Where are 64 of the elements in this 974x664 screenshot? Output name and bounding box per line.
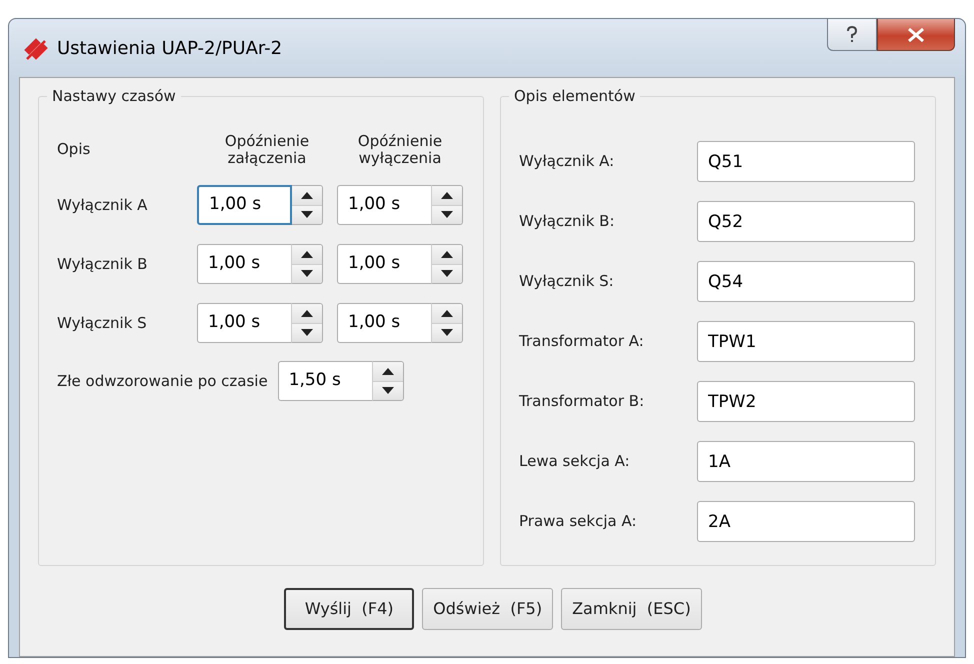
- field-label: Transformator B:: [519, 391, 646, 412]
- down-arrow-icon: [441, 329, 453, 336]
- row-label: Wyłącznik A: [57, 194, 148, 216]
- row-label: Wyłącznik B: [57, 254, 148, 275]
- help-button[interactable]: [827, 19, 877, 51]
- row-label: Wyłącznik S: [57, 312, 148, 334]
- up-arrow-icon: [441, 192, 453, 199]
- spin-up-button[interactable]: [432, 304, 462, 322]
- dialog-button[interactable]: Zamknij (ESC): [561, 588, 702, 630]
- spin-value-field[interactable]: 1,50 s: [278, 361, 373, 401]
- field-label: Wyłącznik A:: [519, 151, 616, 172]
- up-arrow-icon: [301, 192, 313, 199]
- text-field[interactable]: Q51: [697, 141, 915, 182]
- down-arrow-icon: [441, 270, 453, 278]
- down-arrow-icon: [301, 329, 313, 336]
- column-header: Opóźnienie załączenia: [224, 133, 310, 166]
- text-field[interactable]: TPW2: [697, 381, 915, 422]
- spin-value-field[interactable]: 1,00 s: [197, 185, 292, 225]
- down-arrow-icon: [441, 211, 453, 218]
- spin-down-button[interactable]: [432, 264, 462, 283]
- spin-value-field[interactable]: 1,00 s: [197, 303, 292, 343]
- dialog-button[interactable]: Odśwież (F5): [422, 588, 554, 630]
- spin-value-field[interactable]: 1,00 s: [197, 244, 292, 284]
- spin-down-button[interactable]: [372, 380, 403, 400]
- down-arrow-icon: [382, 387, 394, 394]
- spin-down-button[interactable]: [292, 264, 322, 283]
- text-field[interactable]: 1A: [697, 441, 915, 482]
- up-arrow-icon: [441, 310, 453, 317]
- text-field[interactable]: Q54: [697, 261, 915, 302]
- spin-up-button[interactable]: [432, 245, 462, 264]
- spin-down-button[interactable]: [292, 322, 322, 342]
- field-label: Wyłącznik S:: [519, 271, 615, 292]
- spin-up-button[interactable]: [292, 186, 322, 204]
- field-label: Prawa sekcja A:: [519, 511, 638, 532]
- spin-up-button[interactable]: [372, 362, 403, 380]
- window-title: Ustawienia UAP-2/PUAr-2: [57, 36, 282, 60]
- close-button[interactable]: [877, 19, 955, 51]
- spin-down-button[interactable]: [432, 322, 462, 342]
- spin-value-field[interactable]: 1,00 s: [337, 185, 432, 225]
- text-field[interactable]: TPW1: [697, 321, 915, 362]
- spin-down-button[interactable]: [292, 204, 322, 224]
- up-arrow-icon: [301, 310, 313, 317]
- help-icon: [846, 26, 858, 44]
- text-field[interactable]: 2A: [697, 501, 915, 542]
- spin-value-field[interactable]: 1,00 s: [337, 303, 432, 343]
- spin-value-field[interactable]: 1,00 s: [337, 244, 432, 284]
- field-label: Wyłącznik B:: [519, 211, 616, 232]
- column-header: Opis: [57, 139, 92, 160]
- spin-up-button[interactable]: [292, 304, 322, 322]
- up-arrow-icon: [382, 368, 394, 375]
- dialog-button[interactable]: Wyślij (F4): [284, 588, 414, 630]
- spin-down-button[interactable]: [432, 204, 462, 224]
- text-field[interactable]: Q52: [697, 201, 915, 242]
- column-header: Opóźnienie wyłączenia: [356, 133, 444, 166]
- up-arrow-icon: [441, 250, 453, 258]
- field-label: Transformator A:: [519, 331, 645, 352]
- spin-up-button[interactable]: [432, 186, 462, 204]
- close-icon: [907, 28, 925, 42]
- row-label: Złe odwzorowanie po czasie: [57, 370, 268, 392]
- down-arrow-icon: [301, 211, 313, 218]
- spin-up-button[interactable]: [292, 245, 322, 264]
- field-label: Lewa sekcja A:: [519, 451, 631, 472]
- up-arrow-icon: [301, 250, 313, 258]
- down-arrow-icon: [301, 270, 313, 278]
